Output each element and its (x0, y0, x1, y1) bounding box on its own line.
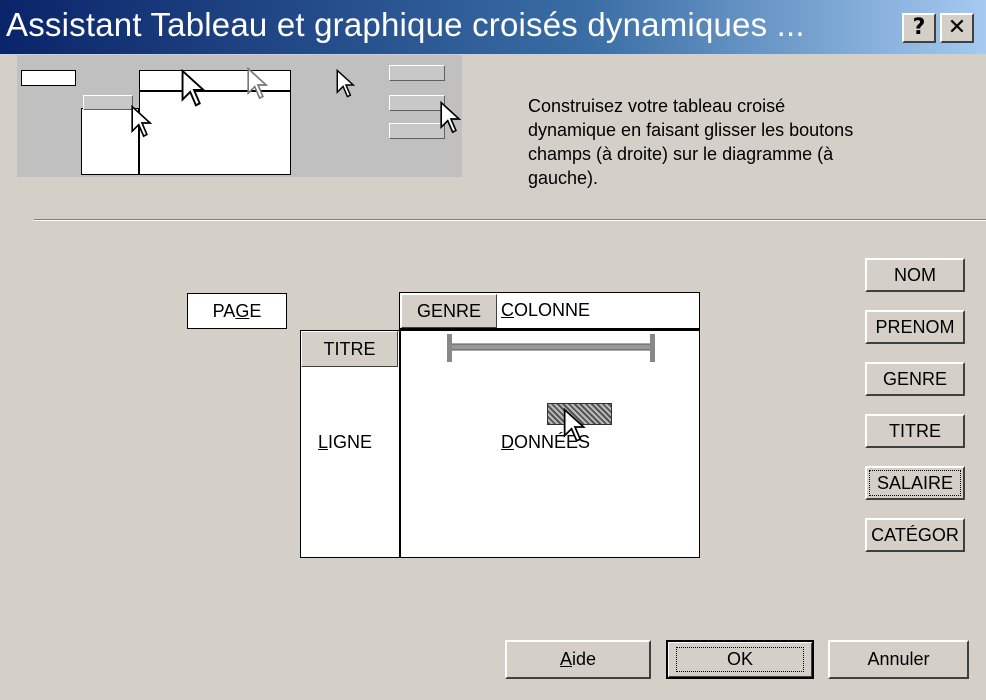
data-label-accel: D (501, 432, 514, 452)
window-title: Assistant Tableau et graphique croisés d… (6, 6, 805, 43)
column-label-accel: C (501, 300, 514, 320)
cancel-button[interactable]: Annuler (828, 640, 969, 679)
cursor-icon (336, 69, 356, 98)
help-button-label: ide (571, 649, 597, 669)
illus-field-button (389, 123, 445, 139)
row-label-accel: L (318, 432, 329, 452)
field-button-categorie[interactable]: CATÉGOR (865, 518, 965, 552)
column-label: OLONNE (514, 300, 591, 320)
close-icon[interactable]: ✕ (940, 13, 974, 43)
help-title-button[interactable]: ? (902, 13, 936, 43)
cursor-icon (131, 105, 153, 138)
instructions-text: Construisez votre tableau croisé dynamiq… (528, 96, 854, 188)
row-field-titre-button[interactable]: TITRE (301, 331, 398, 367)
row-label: IGNE (328, 432, 373, 452)
illus-field-button (83, 95, 133, 110)
field-button-titre[interactable]: TITRE (865, 414, 965, 448)
ok-button-label: OK (675, 647, 804, 672)
help-button-accel: A (559, 649, 572, 669)
help-button[interactable]: Aide (505, 640, 651, 679)
illus-page-box (21, 70, 76, 86)
page-label-rest: E (249, 301, 262, 321)
field-button-prenom[interactable]: PRENOM (865, 310, 965, 344)
field-button-salaire[interactable]: SALAIRE (865, 466, 965, 500)
illus-field-button (389, 95, 445, 111)
data-drop-area[interactable]: DONNÉES (400, 330, 700, 558)
field-button-nom[interactable]: NOM (865, 258, 965, 292)
title-bar: Assistant Tableau et graphique croisés d… (0, 0, 986, 54)
page-drop-area[interactable]: PAGE (187, 293, 287, 329)
cursor-icon (247, 67, 269, 100)
illus-data-box (139, 91, 291, 175)
drag-feedback-bar (447, 334, 655, 362)
cursor-icon (181, 69, 207, 107)
field-button-genre[interactable]: GENRE (865, 362, 965, 396)
page-label-accel: G (235, 301, 250, 321)
page-label: PA (212, 301, 236, 321)
column-field-genre-button[interactable]: GENRE (401, 294, 497, 328)
ok-button[interactable]: OK (666, 640, 814, 679)
illus-field-button (389, 65, 445, 81)
cursor-icon (440, 101, 462, 134)
wizard-illustration (17, 55, 462, 177)
cursor-icon (563, 408, 586, 443)
separator-line (34, 219, 986, 221)
